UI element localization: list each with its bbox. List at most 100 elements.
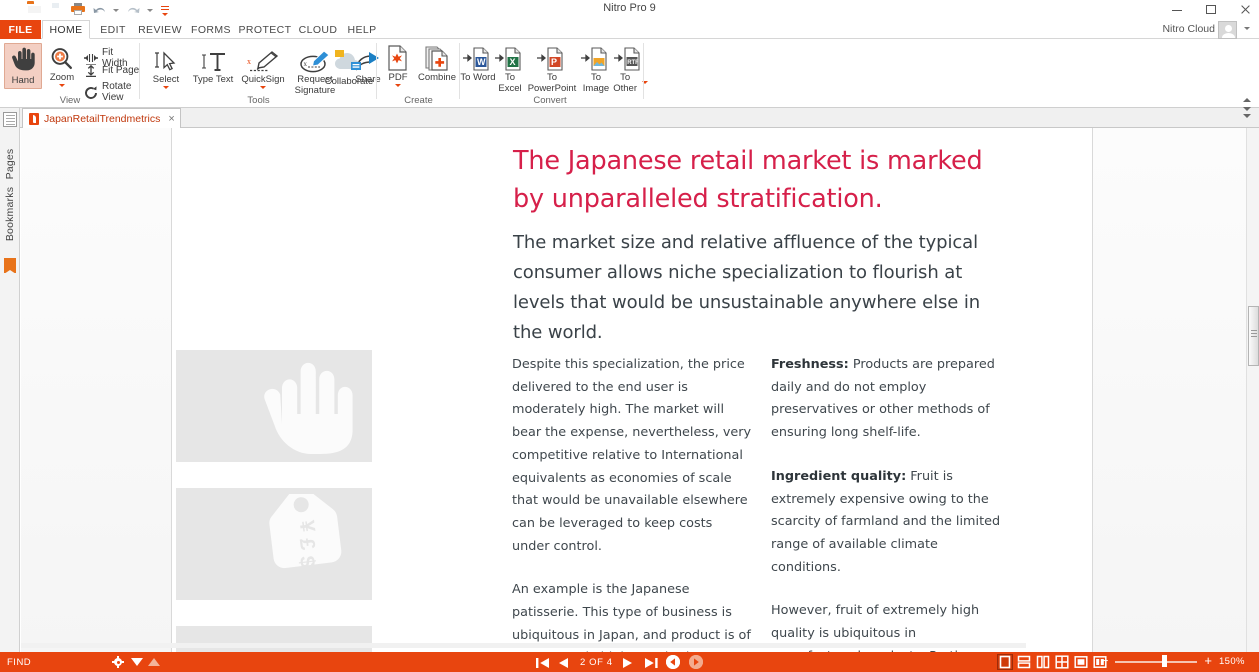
hand-placeholder-icon bbox=[256, 356, 358, 461]
single-page-view-button[interactable] bbox=[997, 654, 1013, 670]
previous-view-button[interactable] bbox=[665, 655, 680, 669]
viewer-right-margin bbox=[1092, 128, 1246, 652]
tab-forms[interactable]: FORMS bbox=[186, 20, 236, 39]
continuous-view-button[interactable] bbox=[1017, 655, 1031, 669]
fit-page-label: Fit Page bbox=[102, 65, 140, 76]
chevron-down-icon[interactable] bbox=[1243, 107, 1251, 111]
zoom-slider-handle[interactable] bbox=[1162, 655, 1168, 667]
tab-file[interactable]: FILE bbox=[0, 20, 41, 39]
ribbon-group-convert: W To Word X To Excel P To PowerPoint To … bbox=[460, 39, 648, 107]
gear-icon[interactable] bbox=[112, 656, 124, 668]
pdf-page: ¥ £ $ The Japanese retail market is marked… bbox=[172, 128, 1092, 652]
zoom-dropdown-icon[interactable] bbox=[58, 83, 66, 89]
next-page-button[interactable] bbox=[622, 656, 635, 668]
create-pdf-dropdown-icon[interactable] bbox=[394, 83, 402, 89]
quicksign-button[interactable]: x QuickSign bbox=[236, 47, 290, 91]
body-column-left: Despite this specialization, the price d… bbox=[512, 354, 752, 652]
to-image-button[interactable]: To Image bbox=[579, 45, 613, 94]
minimize-button[interactable] bbox=[1169, 1, 1185, 17]
combine-files-icon bbox=[424, 45, 450, 71]
facing-pages-view-button[interactable] bbox=[1036, 655, 1050, 669]
chevron-up-icon[interactable] bbox=[1243, 98, 1251, 102]
collaborate-cloud-icon bbox=[334, 47, 364, 73]
svg-text:W: W bbox=[477, 57, 486, 67]
viewer-left-margin bbox=[21, 128, 172, 652]
combine-button[interactable]: Combine bbox=[415, 45, 459, 84]
body-column-right: Freshness: Products are prepared daily a… bbox=[771, 354, 1003, 652]
fit-page-option[interactable]: Fit Page bbox=[84, 63, 140, 78]
maximize-button[interactable] bbox=[1203, 1, 1219, 17]
close-icon[interactable]: × bbox=[168, 113, 174, 125]
bookmarks-panel-icon[interactable] bbox=[4, 258, 16, 274]
pdf-file-icon bbox=[29, 112, 39, 125]
ribbon-group-tools-label: Tools bbox=[247, 95, 270, 106]
avatar[interactable] bbox=[1218, 21, 1237, 39]
to-word-button-label: To Word bbox=[460, 72, 496, 83]
triangle-down-icon[interactable] bbox=[131, 658, 143, 666]
document-tab-bar: JapanRetailTrendmetrics × bbox=[0, 108, 1259, 128]
close-button[interactable] bbox=[1237, 1, 1253, 17]
zoom-button[interactable]: Zoom bbox=[44, 45, 80, 89]
to-word-button[interactable]: W To Word bbox=[460, 45, 496, 84]
to-excel-button-label: To Excel bbox=[498, 72, 522, 94]
tab-protect[interactable]: PROTECT bbox=[236, 20, 294, 39]
select-button[interactable]: Select bbox=[143, 47, 189, 91]
select-button-label: Select bbox=[152, 74, 180, 85]
hand-icon bbox=[10, 46, 36, 75]
previous-page-button[interactable] bbox=[558, 656, 571, 668]
triangle-up-icon[interactable] bbox=[148, 658, 160, 666]
zoom-slider[interactable] bbox=[1115, 655, 1198, 667]
collaborate-button-label: Collaborate bbox=[324, 76, 374, 87]
ribbon-group-view: Hand Zoom Fit Width Fit Page Rotate View… bbox=[0, 39, 140, 107]
page-title: The Japanese retail market is marked by … bbox=[513, 146, 983, 214]
ribbon-group-convert-label: Convert bbox=[533, 95, 567, 106]
first-page-button[interactable] bbox=[536, 656, 549, 668]
quicksign-pen-icon: x bbox=[246, 47, 280, 73]
document-viewer[interactable]: ¥ £ $ The Japanese retail market is marked… bbox=[21, 128, 1246, 652]
page-indicator[interactable]: 2 OF 4 bbox=[580, 657, 613, 668]
type-text-button[interactable]: Type Text bbox=[190, 47, 236, 86]
title-bar: Nitro Pro 9 bbox=[0, 0, 1259, 20]
ribbon-group-create: PDF Combine Create bbox=[377, 39, 460, 107]
tab-edit[interactable]: EDIT bbox=[92, 20, 134, 39]
page-navigation: 2 OF 4 bbox=[536, 652, 703, 672]
hand-button[interactable]: Hand bbox=[4, 43, 42, 89]
tab-help[interactable]: HELP bbox=[342, 20, 382, 39]
view-mode-group bbox=[997, 654, 1107, 670]
paragraph: Despite this specialization, the price d… bbox=[512, 357, 752, 554]
tab-review[interactable]: REVIEW bbox=[134, 20, 186, 39]
to-other-icon: RTF bbox=[614, 45, 644, 71]
to-powerpoint-button[interactable]: P To PowerPoint bbox=[524, 45, 580, 94]
continuous-facing-view-button[interactable] bbox=[1055, 655, 1069, 669]
zoom-level-label[interactable]: 150% bbox=[1219, 656, 1247, 667]
paragraph-lead-in: Ingredient quality: bbox=[771, 468, 907, 484]
pages-panel-icon[interactable] bbox=[3, 112, 17, 127]
nitro-pro-window: Nitro Pro 9 FILE HOME EDIT REVIEW FORMS … bbox=[0, 0, 1259, 672]
scrollbar-thumb[interactable] bbox=[1248, 306, 1259, 366]
document-tab-japanretailtrendmetrics[interactable]: JapanRetailTrendmetrics × bbox=[22, 108, 181, 128]
zoom-in-button[interactable]: + bbox=[1204, 654, 1212, 667]
quicksign-dropdown-icon[interactable] bbox=[259, 85, 267, 91]
nitro-cloud-label[interactable]: Nitro Cloud bbox=[1162, 23, 1215, 35]
to-excel-button[interactable]: X To Excel bbox=[493, 45, 527, 94]
next-view-button[interactable] bbox=[688, 655, 703, 669]
quicksign-button-label: QuickSign bbox=[241, 74, 285, 85]
fit-page-view-button[interactable] bbox=[1074, 655, 1088, 669]
fit-page-icon bbox=[84, 63, 98, 78]
zoom-control: − + 150% bbox=[1101, 654, 1247, 667]
find-button[interactable]: FIND bbox=[7, 657, 31, 668]
create-pdf-button[interactable]: PDF bbox=[377, 45, 419, 89]
fit-width-icon bbox=[84, 52, 98, 65]
account-chevron-down-icon[interactable] bbox=[1244, 27, 1251, 34]
sidebar-item-bookmarks[interactable]: Bookmarks bbox=[4, 179, 16, 249]
last-page-button[interactable] bbox=[644, 656, 658, 668]
tab-home[interactable]: HOME bbox=[42, 20, 90, 39]
price-tag-placeholder-icon: ¥ £ $ bbox=[254, 483, 358, 599]
vertical-scrollbar[interactable] bbox=[1246, 128, 1259, 652]
tab-cloud[interactable]: CLOUD bbox=[294, 20, 342, 39]
select-dropdown-icon[interactable] bbox=[162, 85, 170, 91]
svg-text:P: P bbox=[551, 57, 557, 67]
create-pdf-button-label: PDF bbox=[388, 72, 408, 83]
zoom-out-button[interactable]: − bbox=[1101, 654, 1109, 667]
ribbon-collapse-controls[interactable] bbox=[1241, 98, 1253, 120]
